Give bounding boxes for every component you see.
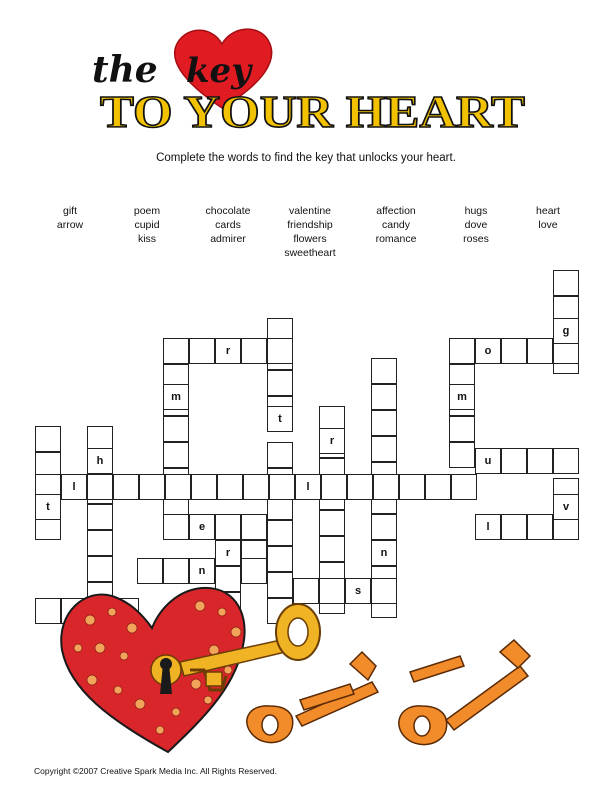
crossword-cell[interactable] bbox=[371, 384, 397, 410]
crossword-grid: rogmmtrhulltvelrnnsm bbox=[0, 0, 612, 792]
given-letter-cell: m bbox=[449, 384, 475, 410]
crossword-cell[interactable] bbox=[527, 338, 553, 364]
given-letter-cell: g bbox=[553, 318, 579, 344]
crossword-cell[interactable] bbox=[319, 510, 345, 536]
crossword-cell[interactable] bbox=[215, 514, 241, 540]
crossword-cell[interactable] bbox=[139, 474, 165, 500]
given-letter-cell: t bbox=[267, 406, 293, 432]
crossword-cell[interactable] bbox=[113, 474, 139, 500]
crossword-cell[interactable] bbox=[35, 598, 61, 624]
given-letter-cell: v bbox=[553, 494, 579, 520]
crossword-cell[interactable] bbox=[267, 546, 293, 572]
crossword-cell[interactable] bbox=[61, 598, 87, 624]
crossword-cell[interactable] bbox=[371, 578, 397, 604]
crossword-cell[interactable] bbox=[243, 474, 269, 500]
crossword-cell[interactable] bbox=[319, 536, 345, 562]
crossword-cell[interactable] bbox=[449, 416, 475, 442]
crossword-cell[interactable] bbox=[165, 474, 191, 500]
crossword-cell[interactable] bbox=[267, 370, 293, 396]
crossword-cell[interactable] bbox=[241, 338, 267, 364]
crossword-cell[interactable] bbox=[267, 572, 293, 598]
crossword-cell[interactable] bbox=[347, 474, 373, 500]
crossword-cell[interactable] bbox=[267, 442, 293, 468]
crossword-cell[interactable] bbox=[163, 338, 189, 364]
given-letter-cell: t bbox=[35, 494, 61, 520]
crossword-cell[interactable] bbox=[163, 416, 189, 442]
given-letter-cell: s bbox=[345, 578, 371, 604]
given-letter-cell: l bbox=[295, 474, 321, 500]
crossword-cell[interactable] bbox=[371, 410, 397, 436]
given-letter-cell: l bbox=[475, 514, 501, 540]
given-letter-cell: n bbox=[371, 540, 397, 566]
crossword-cell[interactable] bbox=[87, 556, 113, 582]
given-letter-cell: o bbox=[475, 338, 501, 364]
crossword-cell[interactable] bbox=[501, 338, 527, 364]
crossword-cell[interactable] bbox=[319, 578, 345, 604]
crossword-cell[interactable] bbox=[217, 474, 243, 500]
crossword-cell[interactable] bbox=[451, 474, 477, 500]
crossword-cell[interactable] bbox=[321, 474, 347, 500]
crossword-cell[interactable] bbox=[269, 474, 295, 500]
given-letter-cell: r bbox=[215, 338, 241, 364]
crossword-cell[interactable] bbox=[553, 270, 579, 296]
crossword-cell[interactable] bbox=[553, 448, 579, 474]
given-letter-cell: h bbox=[87, 448, 113, 474]
crossword-cell[interactable] bbox=[163, 514, 189, 540]
given-letter-cell: u bbox=[475, 448, 501, 474]
given-letter-cell: n bbox=[189, 558, 215, 584]
crossword-cell[interactable] bbox=[267, 598, 293, 624]
crossword-cell[interactable] bbox=[163, 442, 189, 468]
given-letter-cell: r bbox=[319, 428, 345, 454]
crossword-cell[interactable] bbox=[449, 442, 475, 468]
copyright-text: Copyright ©2007 Creative Spark Media Inc… bbox=[34, 766, 277, 776]
crossword-cell[interactable] bbox=[87, 504, 113, 530]
crossword-cell[interactable] bbox=[267, 338, 293, 364]
crossword-cell[interactable] bbox=[215, 592, 241, 618]
crossword-cell[interactable] bbox=[267, 520, 293, 546]
crossword-cell[interactable] bbox=[191, 474, 217, 500]
crossword-cell[interactable] bbox=[371, 358, 397, 384]
crossword-cell[interactable] bbox=[87, 474, 113, 500]
crossword-cell[interactable] bbox=[215, 566, 241, 592]
crossword-cell[interactable] bbox=[293, 578, 319, 604]
crossword-cell[interactable] bbox=[371, 514, 397, 540]
given-letter-cell: r bbox=[215, 540, 241, 566]
given-letter-cell: l bbox=[61, 474, 87, 500]
crossword-cell[interactable] bbox=[35, 426, 61, 452]
crossword-cell[interactable] bbox=[241, 558, 267, 584]
crossword-cell[interactable] bbox=[371, 436, 397, 462]
crossword-cell[interactable] bbox=[399, 474, 425, 500]
crossword-cell[interactable] bbox=[527, 448, 553, 474]
given-letter-cell: e bbox=[189, 514, 215, 540]
crossword-cell[interactable] bbox=[87, 598, 113, 624]
crossword-cell[interactable] bbox=[189, 338, 215, 364]
crossword-cell[interactable] bbox=[501, 448, 527, 474]
crossword-cell[interactable] bbox=[425, 474, 451, 500]
crossword-cell[interactable] bbox=[449, 338, 475, 364]
crossword-cell[interactable] bbox=[527, 514, 553, 540]
crossword-cell[interactable] bbox=[241, 514, 267, 540]
given-letter-cell: m bbox=[113, 598, 139, 624]
crossword-cell[interactable] bbox=[373, 474, 399, 500]
crossword-cell[interactable] bbox=[137, 558, 163, 584]
crossword-cell[interactable] bbox=[87, 530, 113, 556]
given-letter-cell: m bbox=[163, 384, 189, 410]
crossword-cell[interactable] bbox=[163, 558, 189, 584]
crossword-cell[interactable] bbox=[501, 514, 527, 540]
